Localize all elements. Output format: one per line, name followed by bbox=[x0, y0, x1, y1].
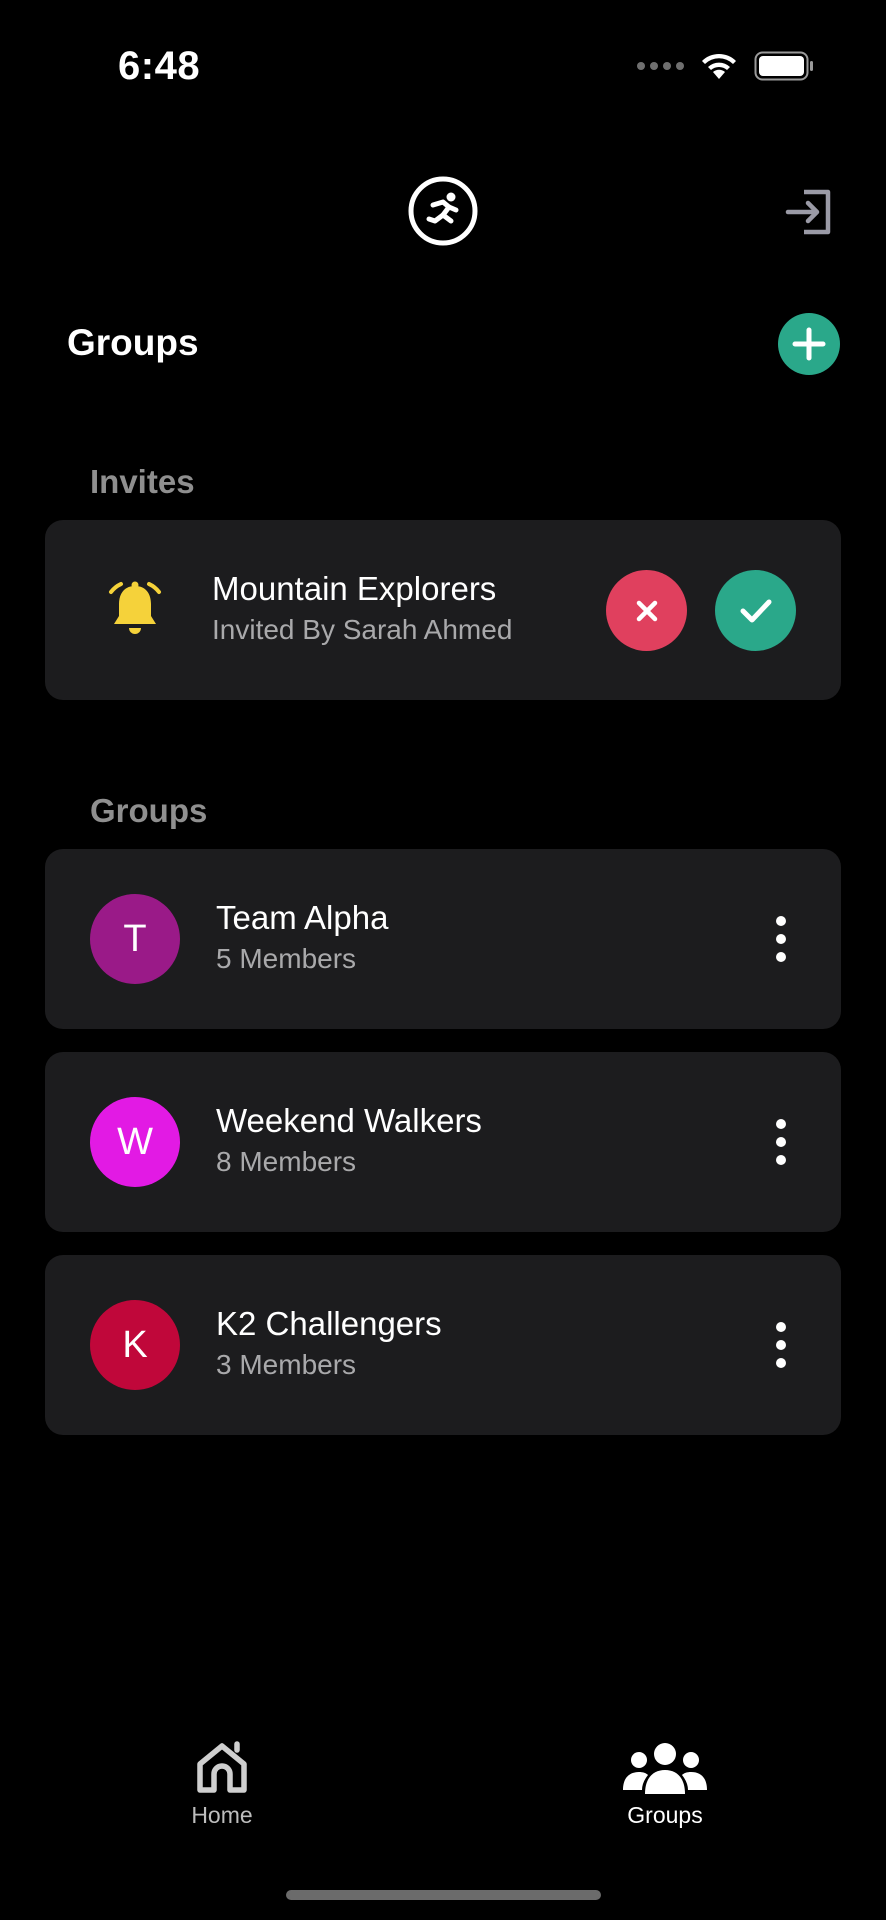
runner-logo-icon bbox=[407, 175, 479, 247]
home-icon bbox=[197, 1741, 247, 1793]
group-card[interactable]: T Team Alpha 5 Members bbox=[45, 849, 841, 1029]
status-time: 6:48 bbox=[118, 44, 201, 88]
groups-section-label: Groups bbox=[90, 792, 208, 829]
more-options-icon[interactable] bbox=[763, 1317, 799, 1373]
group-name: K2 Challengers bbox=[216, 1305, 442, 1342]
group-avatar: W bbox=[90, 1097, 180, 1187]
nav-label-groups: Groups bbox=[627, 1802, 703, 1828]
page-title: Groups bbox=[67, 322, 199, 363]
wifi-icon bbox=[702, 53, 736, 79]
group-member-count: 8 Members bbox=[216, 1146, 357, 1177]
group-member-count: 3 Members bbox=[216, 1349, 357, 1380]
status-icons bbox=[637, 48, 814, 84]
bell-icon bbox=[103, 578, 167, 642]
decline-invite-button[interactable] bbox=[606, 570, 687, 651]
group-card[interactable]: W Weekend Walkers 8 Members bbox=[45, 1052, 841, 1232]
invite-card: Mountain Explorers Invited By Sarah Ahme… bbox=[45, 520, 841, 700]
add-group-button[interactable] bbox=[778, 313, 840, 375]
group-avatar: T bbox=[90, 894, 180, 984]
group-member-count: 5 Members bbox=[216, 943, 357, 974]
signal-dots-icon bbox=[637, 62, 684, 70]
nav-tab-home[interactable]: Home bbox=[152, 1740, 292, 1840]
groups-icon bbox=[623, 1743, 707, 1794]
battery-icon bbox=[754, 51, 813, 81]
nav-tab-groups[interactable]: Groups bbox=[595, 1740, 735, 1840]
logout-icon[interactable] bbox=[784, 186, 836, 238]
invite-inviter: Invited By Sarah Ahmed bbox=[212, 614, 513, 645]
checkmark-icon bbox=[740, 599, 771, 622]
plus-icon bbox=[792, 327, 826, 361]
invites-section-label: Invites bbox=[90, 463, 195, 500]
more-options-icon[interactable] bbox=[763, 1114, 799, 1170]
home-indicator bbox=[286, 1890, 601, 1900]
invite-group-name: Mountain Explorers bbox=[212, 570, 497, 607]
close-icon bbox=[636, 600, 657, 621]
nav-label-home: Home bbox=[191, 1802, 253, 1828]
group-name: Team Alpha bbox=[216, 899, 389, 936]
group-name: Weekend Walkers bbox=[216, 1102, 482, 1139]
accept-invite-button[interactable] bbox=[715, 570, 796, 651]
group-avatar: K bbox=[90, 1300, 180, 1390]
group-card[interactable]: K K2 Challengers 3 Members bbox=[45, 1255, 841, 1435]
more-options-icon[interactable] bbox=[763, 911, 799, 967]
